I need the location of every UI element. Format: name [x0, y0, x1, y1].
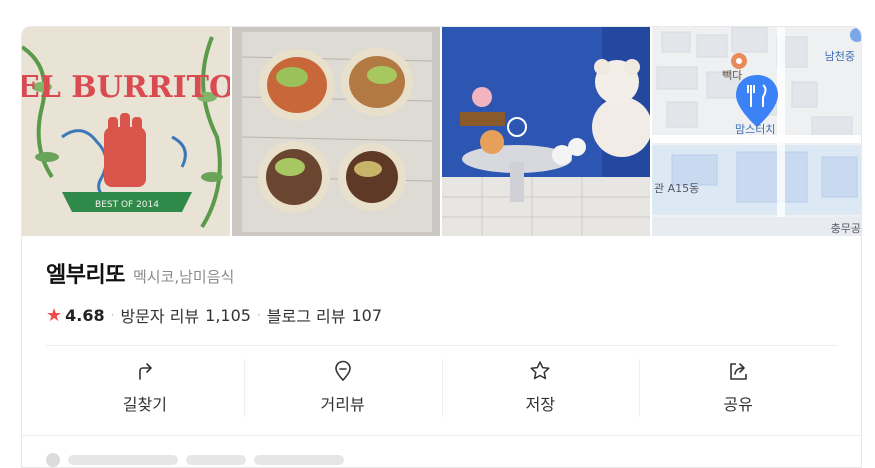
share-label: 공유 — [723, 395, 753, 414]
rating-value: 4.68 — [65, 305, 105, 325]
visitor-review-label[interactable]: 방문자 리뷰 — [120, 303, 199, 327]
peek-text — [254, 455, 344, 465]
visitor-review-count[interactable]: 1,105 — [205, 306, 251, 325]
next-section-peek — [46, 453, 344, 467]
burrito-photo[interactable] — [232, 27, 440, 236]
action-bar: 길찾기 거리뷰 저장 공유 — [46, 347, 837, 427]
share-button[interactable]: 공유 — [639, 347, 837, 427]
interior-photo[interactable] — [442, 27, 650, 236]
map-label-bottom-right: 충무공 — [831, 222, 861, 235]
directions-label: 길찾기 — [122, 395, 167, 414]
blog-review-count[interactable]: 107 — [351, 306, 382, 325]
map-label-top-right: 남천중 — [825, 49, 855, 63]
rating-star-icon: ★ — [46, 304, 63, 326]
streetview-pin-icon — [334, 360, 351, 382]
place-category: 멕시코,남미음식 — [132, 268, 235, 286]
blog-review-label[interactable]: 블로그 리뷰 — [267, 303, 346, 327]
burrito-photo-art — [232, 27, 440, 236]
place-card: EL BURRITO BEST OF 2014 남천중 빽다 맘스터치 관 A1… — [21, 26, 862, 468]
star-save-icon — [530, 361, 550, 380]
directions-icon — [139, 363, 152, 380]
logo-photo[interactable]: EL BURRITO BEST OF 2014 — [22, 27, 230, 236]
map-art: 남천중 빽다 맘스터치 관 A15동 충무공 — [652, 27, 861, 236]
interior-photo-art — [442, 27, 650, 236]
divider — [46, 345, 837, 346]
photo-gallery[interactable]: EL BURRITO BEST OF 2014 남천중 빽다 맘스터치 관 A1… — [22, 27, 861, 236]
logo-photo-art: EL BURRITO BEST OF 2014 — [22, 27, 230, 236]
peek-text — [68, 455, 178, 465]
save-button[interactable]: 저장 — [441, 347, 640, 427]
streetview-label: 거리뷰 — [320, 395, 365, 414]
separator-dot: · — [110, 308, 115, 322]
map-label-cafe: 빽다 — [722, 69, 742, 82]
map-label-building: 관 A15동 — [654, 182, 699, 195]
place-info: 엘부리또 멕시코,남미음식 ★ 4.68 · 방문자 리뷰 1,105 · 블로… — [46, 257, 837, 327]
logo-sign-subtext: BEST OF 2014 — [95, 200, 159, 210]
streetview-button[interactable]: 거리뷰 — [243, 347, 442, 427]
share-icon — [730, 363, 747, 380]
peek-text — [186, 455, 246, 465]
review-summary: ★ 4.68 · 방문자 리뷰 1,105 · 블로그 리뷰 107 — [46, 303, 837, 327]
save-label: 저장 — [525, 395, 556, 414]
title-row: 엘부리또 멕시코,남미음식 — [46, 257, 837, 289]
separator-dot: · — [256, 308, 261, 322]
place-name[interactable]: 엘부리또 — [46, 257, 125, 289]
section-divider — [22, 435, 861, 436]
map-label-store: 맘스터치 — [735, 123, 775, 136]
peek-icon — [46, 453, 60, 467]
logo-sign-text: EL BURRITO — [22, 70, 230, 105]
directions-button[interactable]: 길찾기 — [46, 347, 244, 427]
map-thumbnail[interactable]: 남천중 빽다 맘스터치 관 A15동 충무공 — [652, 27, 861, 236]
